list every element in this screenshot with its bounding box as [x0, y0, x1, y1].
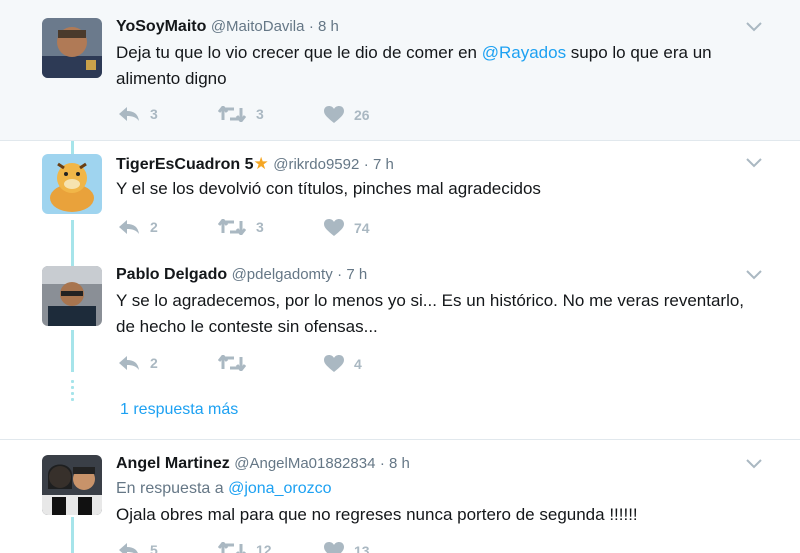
like-count: 26	[354, 107, 370, 123]
heart-icon	[324, 219, 344, 236]
retweet-button[interactable]: 3	[218, 219, 264, 235]
tweet-time[interactable]: · 8 h	[380, 455, 410, 472]
tweet-text: Y el se los devolvió con títulos, pinche…	[116, 179, 541, 198]
tweet-time[interactable]: · 7 h	[364, 156, 394, 173]
reply-button[interactable]: 3	[118, 106, 158, 122]
reply-button[interactable]: 2	[118, 219, 158, 235]
avatar[interactable]	[42, 455, 102, 515]
tweet-text: Y se lo agradecemos, por lo menos yo si.…	[116, 291, 745, 336]
avatar[interactable]	[42, 154, 102, 214]
chevron-down-icon[interactable]	[746, 158, 762, 168]
retweet-button[interactable]: 12	[218, 542, 272, 553]
like-button[interactable]: 26	[324, 106, 370, 124]
reply-button[interactable]: 5	[118, 542, 158, 553]
user-handle[interactable]: @pdelgadomty	[232, 266, 333, 283]
tweet-header: TigerEsCuadron 5★ @rikrdo9592 · 7 h	[116, 154, 394, 174]
like-count: 4	[354, 356, 362, 372]
tweet-header: Angel Martinez @AngelMa01882834 · 8 h	[116, 455, 410, 473]
heart-icon	[324, 355, 344, 372]
user-name[interactable]: Angel Martinez	[116, 455, 230, 472]
retweet-icon	[218, 355, 246, 371]
reply-count: 5	[150, 542, 158, 553]
mention-link[interactable]: @jona_orozco	[228, 480, 331, 497]
user-handle[interactable]: @AngelMa01882834	[234, 455, 375, 472]
reply-button[interactable]: 2	[118, 355, 158, 371]
more-replies-link[interactable]: 1 respuesta más	[120, 401, 238, 419]
tweet[interactable]: Angel Martinez @AngelMa01882834 · 8 h En…	[0, 440, 800, 553]
user-handle[interactable]: @rikrdo9592	[273, 156, 359, 173]
reply-count: 2	[150, 219, 158, 235]
retweet-count: 12	[256, 542, 272, 553]
user-name[interactable]: YoSoyMaito	[116, 18, 206, 35]
tweet[interactable]: YoSoyMaito @MaitoDavila · 8 h Deja tu qu…	[0, 0, 800, 140]
chevron-down-icon[interactable]	[746, 270, 762, 280]
chevron-down-icon[interactable]	[746, 22, 762, 32]
like-count: 13	[354, 543, 370, 553]
tweet-header: Pablo Delgado @pdelgadomty · 7 h	[116, 266, 367, 284]
retweet-icon	[218, 219, 246, 235]
like-button[interactable]: 4	[324, 355, 362, 373]
avatar[interactable]	[42, 18, 102, 78]
retweet-button[interactable]: 3	[218, 106, 264, 122]
avatar[interactable]	[42, 266, 102, 326]
retweet-icon	[218, 106, 246, 122]
reply-icon	[119, 220, 139, 234]
heart-icon	[324, 106, 344, 123]
like-button[interactable]: 13	[324, 542, 370, 553]
tweet-text: Ojala obres mal para que no regreses nun…	[116, 505, 638, 524]
retweet-count: 3	[256, 106, 264, 122]
reply-count: 2	[150, 355, 158, 371]
like-count: 74	[354, 220, 370, 236]
reply-icon	[119, 107, 139, 121]
tweet-time[interactable]: · 7 h	[337, 266, 367, 283]
tweet[interactable]: TigerEsCuadron 5★ @rikrdo9592 · 7 h Y el…	[0, 141, 800, 256]
reply-count: 3	[150, 106, 158, 122]
like-button[interactable]: 74	[324, 219, 370, 237]
reply-icon	[119, 543, 138, 553]
retweet-button[interactable]	[218, 355, 256, 371]
retweet-count: 3	[256, 219, 264, 235]
reply-context: En respuesta a @jona_orozco	[116, 480, 332, 497]
tweet[interactable]: Pablo Delgado @pdelgadomty · 7 h Y se lo…	[0, 256, 800, 440]
tweet-header: YoSoyMaito @MaitoDavila · 8 h	[116, 18, 339, 36]
heart-icon	[324, 542, 344, 553]
user-name[interactable]: TigerEsCuadron 5	[116, 156, 254, 173]
tweet-text: Deja tu que lo vio crecer que le dio de …	[116, 43, 712, 88]
chevron-down-icon[interactable]	[746, 459, 762, 469]
user-handle[interactable]: @MaitoDavila	[211, 18, 305, 35]
tweet-time[interactable]: · 8 h	[309, 18, 339, 35]
star-icon: ★	[253, 154, 269, 173]
retweet-icon	[218, 542, 246, 553]
user-name[interactable]: Pablo Delgado	[116, 266, 227, 283]
reply-icon	[119, 356, 139, 370]
mention-link[interactable]: @Rayados	[482, 43, 566, 62]
